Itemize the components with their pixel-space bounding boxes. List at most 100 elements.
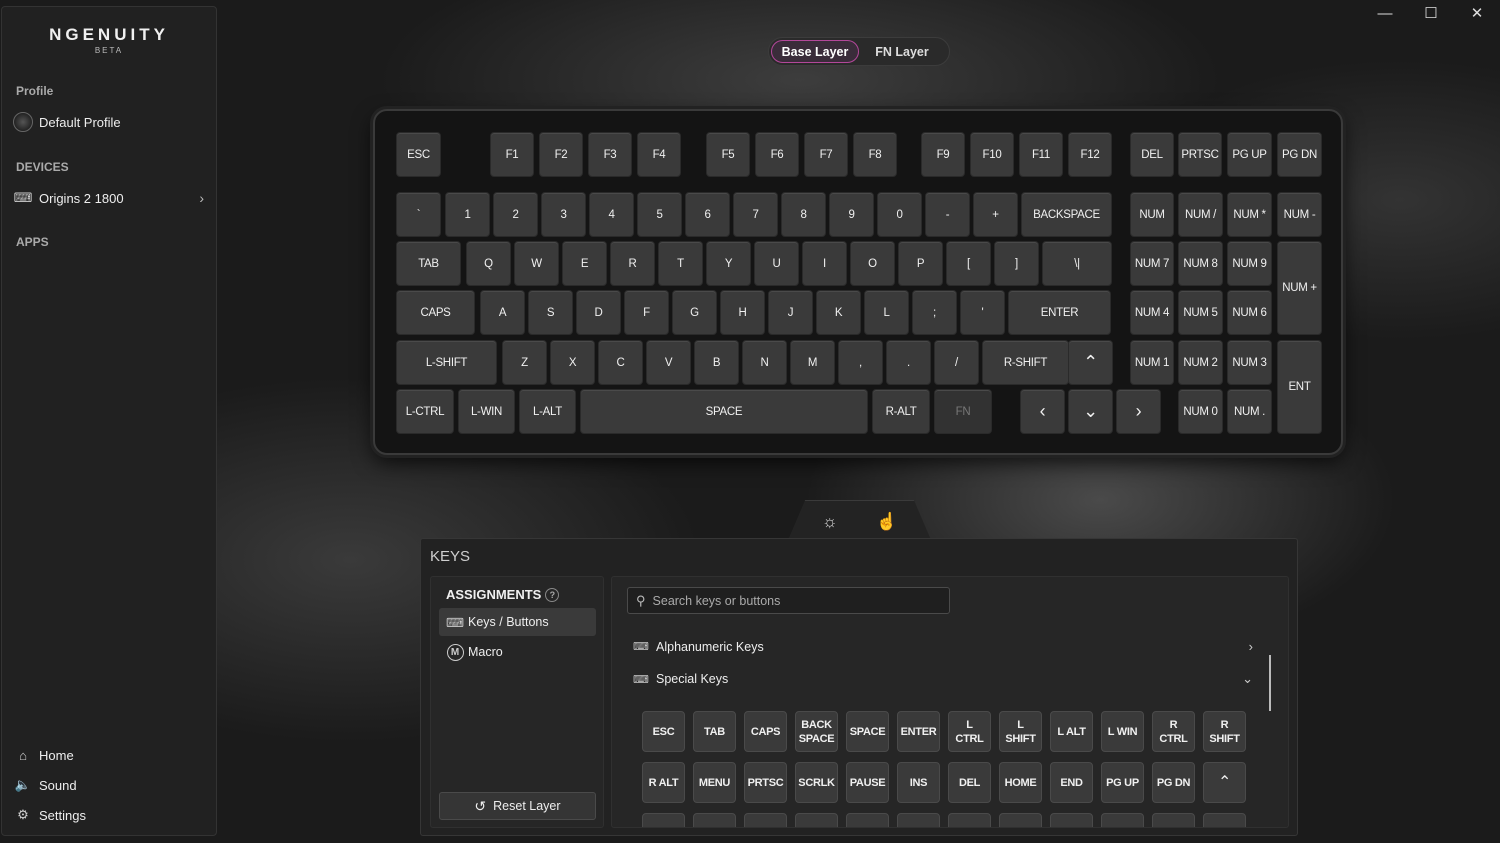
key-2[interactable]: 2 — [493, 192, 538, 237]
key-tab[interactable]: TAB — [396, 241, 461, 286]
special-key-partial[interactable] — [1050, 813, 1093, 827]
key-b[interactable]: B — [694, 340, 739, 385]
special-key-caps[interactable]: CAPS — [744, 711, 787, 752]
key-f7[interactable]: F7 — [804, 132, 848, 177]
special-key-enter[interactable]: ENTER — [897, 711, 940, 752]
key-pg-dn[interactable]: PG DN — [1277, 132, 1322, 177]
key-ent[interactable]: ENT — [1277, 340, 1322, 434]
key-num-5[interactable]: NUM 5 — [1178, 290, 1223, 335]
key-num[interactable]: NUM * — [1227, 192, 1272, 237]
key-f11[interactable]: F11 — [1019, 132, 1063, 177]
special-key-pg-up[interactable]: PG UP — [1101, 762, 1144, 803]
key-l-ctrl[interactable]: L-CTRL — [396, 389, 454, 434]
key-esc[interactable]: ESC — [396, 132, 441, 177]
maximize-button[interactable]: ☐ — [1408, 0, 1454, 26]
key-y[interactable]: Y — [706, 241, 751, 286]
nav-home[interactable]: ⌂ Home — [12, 744, 204, 766]
help-icon[interactable]: ? — [545, 587, 560, 602]
special-key-partial[interactable] — [999, 813, 1042, 827]
nav-sound[interactable]: 🔈 Sound — [12, 774, 204, 796]
key-num-7[interactable]: NUM 7 — [1130, 241, 1174, 286]
key-u[interactable]: U — [754, 241, 799, 286]
special-key-menu[interactable]: MENU — [693, 762, 736, 803]
key-num[interactable]: NUM . — [1227, 389, 1272, 434]
key-caps[interactable]: CAPS — [396, 290, 475, 335]
key-prtsc[interactable]: PRTSC — [1178, 132, 1222, 177]
key-9[interactable]: 9 — [829, 192, 874, 237]
key-[interactable]: › — [1116, 389, 1161, 434]
special-key-tab[interactable]: TAB — [693, 711, 736, 752]
key-f[interactable]: F — [624, 290, 669, 335]
key-num[interactable]: NUM / — [1178, 192, 1223, 237]
assignment-keys-buttons[interactable]: ⌨ Keys / Buttons — [439, 608, 596, 636]
key-del[interactable]: DEL — [1130, 132, 1174, 177]
key-5[interactable]: 5 — [637, 192, 682, 237]
key-num-0[interactable]: NUM 0 — [1178, 389, 1223, 434]
lighting-tab-icon[interactable]: ☼ — [822, 512, 838, 532]
profile-selector[interactable]: Default Profile — [12, 111, 204, 133]
key-[interactable]: [ — [946, 241, 991, 286]
key-[interactable]: ⌄ — [1068, 389, 1113, 434]
key-l[interactable]: L — [864, 290, 909, 335]
key-4[interactable]: 4 — [589, 192, 634, 237]
key-g[interactable]: G — [672, 290, 717, 335]
search-input[interactable] — [652, 593, 933, 608]
key-i[interactable]: I — [802, 241, 847, 286]
key-[interactable]: ; — [912, 290, 957, 335]
key-f1[interactable]: F1 — [490, 132, 534, 177]
key-f6[interactable]: F6 — [755, 132, 799, 177]
base-layer-button[interactable]: Base Layer — [771, 40, 859, 63]
key-[interactable]: , — [838, 340, 883, 385]
special-key-r-alt[interactable]: R ALT — [642, 762, 685, 803]
special-key-del[interactable]: DEL — [948, 762, 991, 803]
special-key-partial[interactable] — [795, 813, 838, 827]
key-f8[interactable]: F8 — [853, 132, 897, 177]
special-key-space[interactable]: SPACE — [846, 711, 889, 752]
key-f2[interactable]: F2 — [539, 132, 583, 177]
key-v[interactable]: V — [646, 340, 691, 385]
key-j[interactable]: J — [768, 290, 813, 335]
key-r-alt[interactable]: R-ALT — [872, 389, 930, 434]
special-key-l-ctrl[interactable]: L CTRL — [948, 711, 991, 752]
key-num-3[interactable]: NUM 3 — [1227, 340, 1272, 385]
key-8[interactable]: 8 — [781, 192, 826, 237]
special-key-l-win[interactable]: L WIN — [1101, 711, 1144, 752]
key-f9[interactable]: F9 — [921, 132, 965, 177]
special-key-ins[interactable]: INS — [897, 762, 940, 803]
key-p[interactable]: P — [898, 241, 943, 286]
special-key-partial[interactable] — [744, 813, 787, 827]
key-num-1[interactable]: NUM 1 — [1130, 340, 1174, 385]
key-t[interactable]: T — [658, 241, 703, 286]
key-k[interactable]: K — [816, 290, 861, 335]
nav-settings[interactable]: ⚙ Settings — [12, 804, 204, 826]
key-enter[interactable]: ENTER — [1008, 290, 1111, 335]
key-a[interactable]: A — [480, 290, 525, 335]
key-f10[interactable]: F10 — [970, 132, 1014, 177]
special-key-scrlk[interactable]: SCRLK — [795, 762, 838, 803]
key-pg-up[interactable]: PG UP — [1227, 132, 1272, 177]
key-[interactable]: ‹ — [1020, 389, 1065, 434]
key-num[interactable]: NUM - — [1277, 192, 1322, 237]
key-[interactable]: ] — [994, 241, 1039, 286]
key-x[interactable]: X — [550, 340, 595, 385]
key-space[interactable]: SPACE — [580, 389, 868, 434]
key-l-shift[interactable]: L-SHIFT — [396, 340, 497, 385]
special-key-partial[interactable] — [1101, 813, 1144, 827]
scrollbar[interactable] — [1269, 655, 1271, 711]
key-6[interactable]: 6 — [685, 192, 730, 237]
key-m[interactable]: M — [790, 340, 835, 385]
key-l-alt[interactable]: L-ALT — [519, 389, 576, 434]
special-key-home[interactable]: HOME — [999, 762, 1042, 803]
key-f3[interactable]: F3 — [588, 132, 632, 177]
key-o[interactable]: O — [850, 241, 895, 286]
special-key-l-alt[interactable]: L ALT — [1050, 711, 1093, 752]
minimize-button[interactable]: — — [1362, 0, 1408, 26]
key-h[interactable]: H — [720, 290, 765, 335]
key-r[interactable]: R — [610, 241, 655, 286]
key-f12[interactable]: F12 — [1068, 132, 1112, 177]
key-1[interactable]: 1 — [445, 192, 490, 237]
key-[interactable]: \| — [1042, 241, 1112, 286]
key-num[interactable]: NUM — [1130, 192, 1174, 237]
device-item-origins[interactable]: ⌨ Origins 2 1800 › — [12, 187, 204, 209]
key-[interactable]: - — [925, 192, 970, 237]
